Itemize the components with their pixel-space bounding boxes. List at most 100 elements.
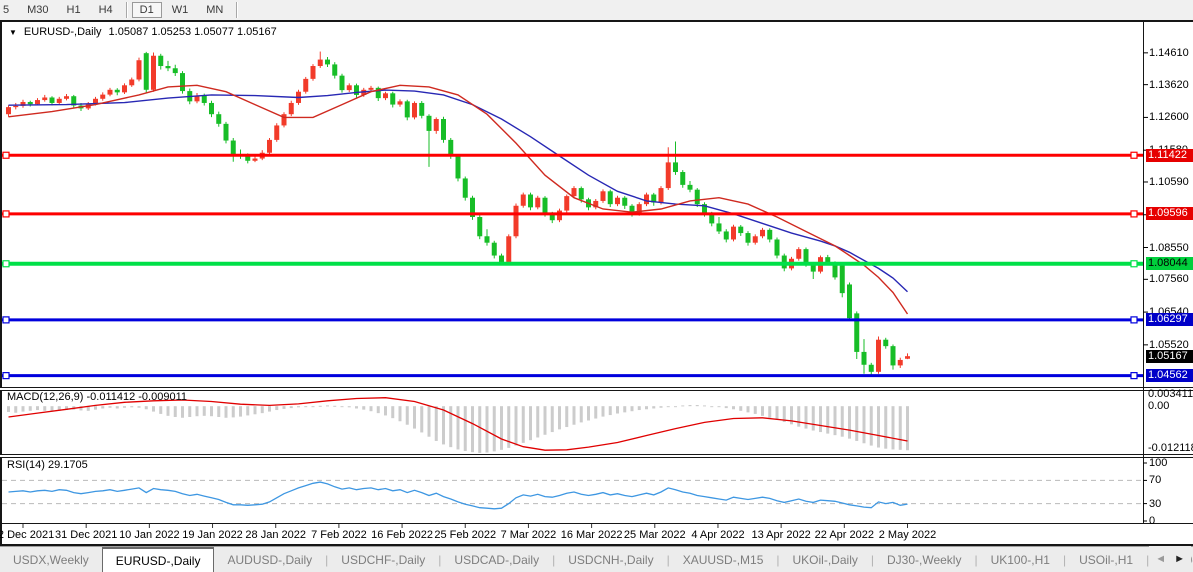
tab-usdcnh-daily[interactable]: USDCNH-,Daily: [555, 547, 666, 572]
line-handle[interactable]: [1131, 211, 1137, 217]
candle-body: [398, 101, 403, 104]
macd-bar: [558, 406, 561, 429]
candle-body: [369, 88, 374, 90]
macd-axis-max: 0.003411: [1148, 389, 1193, 400]
candle-body: [419, 103, 424, 116]
candle-body: [13, 106, 18, 107]
candle-body: [622, 198, 627, 206]
candle-body: [521, 195, 526, 206]
candle-body: [898, 360, 903, 365]
candle-body: [180, 73, 185, 91]
x-axis-date-label: 13 Apr 2022: [751, 529, 810, 541]
macd-bar: [609, 406, 612, 415]
candle-body: [216, 114, 221, 124]
rsi-indicator-label: RSI(14) 29.1705: [7, 459, 88, 471]
scroll-tabs-left-icon[interactable]: ◄: [1155, 553, 1166, 565]
line-handle[interactable]: [3, 261, 9, 267]
macd-bar: [355, 406, 358, 408]
macd-bar: [761, 406, 764, 416]
tab-usoil-h1[interactable]: USOil-,H1: [1066, 547, 1146, 572]
line-handle[interactable]: [3, 373, 9, 379]
horizontal-price-line[interactable]: [2, 373, 1143, 379]
macd-bar: [899, 406, 902, 450]
candle-body: [340, 76, 345, 90]
x-axis-date-label: 10 Jan 2022: [119, 529, 180, 541]
line-handle[interactable]: [1131, 261, 1137, 267]
macd-bar: [232, 406, 235, 417]
macd-bar: [754, 406, 757, 414]
tab-audusd-daily[interactable]: AUDUSD-,Daily: [214, 547, 325, 572]
horizontal-price-line[interactable]: [2, 152, 1143, 158]
collapse-arrow-icon[interactable]: ▼: [9, 28, 17, 37]
candle-body: [644, 195, 649, 205]
macd-bar: [710, 406, 713, 407]
line-handle[interactable]: [1131, 317, 1137, 323]
macd-bar: [268, 406, 271, 411]
candle-body: [847, 284, 852, 318]
candle-body: [506, 236, 511, 262]
line-handle[interactable]: [1131, 373, 1137, 379]
rsi-axis-label: 100: [1149, 457, 1167, 469]
macd-bar: [203, 406, 206, 416]
candle-body: [267, 140, 272, 153]
macd-bar: [638, 406, 641, 410]
macd-bar: [500, 406, 503, 450]
macd-bar: [43, 406, 46, 411]
price-level-badge: 1.09596: [1146, 207, 1193, 220]
tab-usdx-weekly[interactable]: USDX,Weekly: [0, 547, 102, 572]
y-axis-tick-label: 1.13620: [1149, 79, 1189, 91]
candle-body: [666, 162, 671, 188]
macd-bar: [464, 406, 467, 451]
macd-bar: [725, 406, 728, 408]
chart-plot-area[interactable]: [0, 0, 1193, 572]
tab-dj30-weekly[interactable]: DJ30-,Weekly: [874, 547, 974, 572]
candle-body: [332, 64, 337, 75]
macd-bar: [602, 406, 605, 416]
ma-fast-line: [9, 85, 908, 314]
candle-body: [695, 190, 700, 204]
macd-bar: [848, 406, 851, 438]
macd-bar: [420, 406, 423, 432]
tab-uk100-h1[interactable]: UK100-,H1: [978, 547, 1063, 572]
candle-body: [441, 119, 446, 140]
x-axis-date-label: 7 Feb 2022: [311, 529, 367, 541]
candle-body: [108, 90, 113, 95]
tab-xauusd-m15[interactable]: XAUUSD-,M15: [670, 547, 777, 572]
line-handle[interactable]: [3, 211, 9, 217]
tab-usdchf-daily[interactable]: USDCHF-,Daily: [328, 547, 438, 572]
macd-bar: [652, 406, 655, 408]
macd-bar: [457, 406, 460, 449]
candle-body: [680, 172, 685, 185]
macd-axis-min: -0.012118: [1148, 443, 1193, 454]
macd-bar: [7, 406, 10, 412]
horizontal-price-line[interactable]: [2, 211, 1143, 217]
tab-ukoil-daily[interactable]: UKOil-,Daily: [780, 547, 871, 572]
rsi-axis-label: 0: [1149, 515, 1155, 527]
candle-body: [796, 249, 801, 259]
macd-bar: [515, 406, 518, 445]
macd-bar: [696, 405, 699, 406]
line-handle[interactable]: [1131, 152, 1137, 158]
macd-bar: [870, 406, 873, 445]
candle-body: [289, 103, 294, 114]
macd-bar: [478, 406, 481, 453]
line-handle[interactable]: [3, 317, 9, 323]
line-handle[interactable]: [3, 152, 9, 158]
chart-symbol-label: EURUSD-,Daily: [24, 26, 102, 38]
macd-indicator-label: MACD(12,26,9) -0.011412 -0.009011: [7, 391, 187, 403]
candle-body: [347, 85, 352, 90]
macd-bar: [174, 406, 177, 417]
scroll-tabs-right-icon[interactable]: ►: [1174, 553, 1185, 565]
horizontal-price-line[interactable]: [2, 317, 1143, 323]
candle-body: [477, 217, 482, 236]
tab-usdcad-daily[interactable]: USDCAD-,Daily: [441, 547, 552, 572]
macd-bar: [826, 406, 829, 433]
macd-bar: [22, 406, 25, 411]
horizontal-price-line[interactable]: [2, 261, 1143, 267]
macd-bar: [188, 406, 191, 417]
macd-bar: [551, 406, 554, 432]
candle-body: [492, 243, 497, 256]
candle-body: [688, 185, 693, 190]
candle-body: [158, 56, 163, 66]
tab-eurusd-daily[interactable]: EURUSD-,Daily: [102, 547, 215, 572]
